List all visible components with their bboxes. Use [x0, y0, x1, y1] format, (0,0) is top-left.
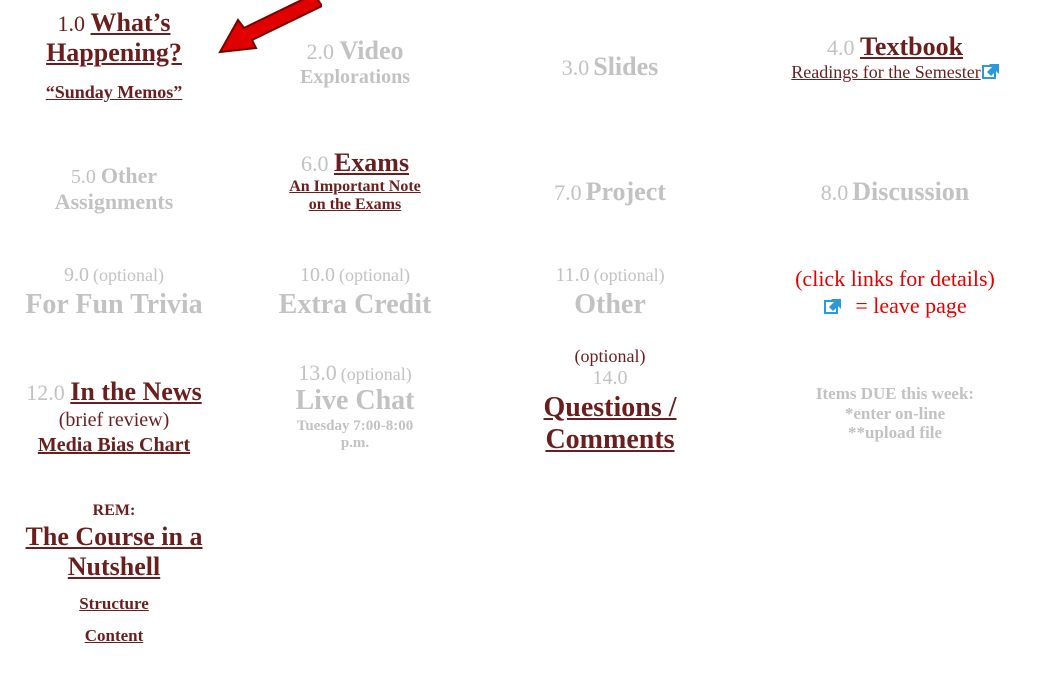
due-title: Items DUE this week: [815, 384, 975, 403]
live-chat-time-line1: Tuesday 7:00-8:00 [296, 417, 414, 434]
section-4-cell: 4.0 Textbook Readings for the Semester [745, 32, 1045, 83]
section-8-number: 8.0 [820, 180, 849, 205]
section-4-number: 4.0 [826, 35, 855, 60]
sunday-memos-link[interactable]: “Sunday Memos” [46, 82, 183, 102]
section-9-optional: (optional) [93, 265, 164, 285]
section-5-number: 5.0 [70, 166, 96, 188]
live-chat-title: Live Chat [295, 385, 415, 417]
legend-leave-page: = leave page [855, 293, 967, 319]
textbook-link[interactable]: Textbook [860, 32, 963, 61]
external-link-legend-icon [824, 299, 842, 315]
readings-link[interactable]: Readings for the Semester [791, 62, 980, 82]
section-11-cell: 11.0 (optional) Other [495, 264, 725, 321]
section-10-optional: (optional) [339, 265, 410, 285]
section-14-optional: (optional) [574, 346, 646, 366]
section-7-cell: 7.0 Project [495, 177, 725, 207]
legend-cell: (click links for details) = leave page [745, 266, 1045, 319]
important-note-link-line2[interactable]: on the Exams [309, 196, 401, 213]
section-14-number: 14.0 [592, 366, 628, 389]
external-link-icon[interactable] [981, 63, 999, 79]
section-10-number: 10.0 [300, 264, 335, 286]
live-chat-time-line2: p.m. [340, 434, 370, 451]
section-2-cell: 2.0 Video Explorations [240, 36, 470, 89]
section-7-number: 7.0 [554, 180, 582, 205]
section-5-cell: 5.0 Other Assignments [0, 163, 228, 214]
due-upload-file: **upload file [848, 423, 942, 443]
questions-link[interactable]: Questions / [543, 392, 676, 423]
brief-review-text: (brief review) [58, 408, 170, 431]
legend-click-links: (click links for details) [795, 266, 995, 291]
media-bias-chart-link[interactable]: Media Bias Chart [38, 434, 190, 456]
section-3-cell: 3.0 Slides [495, 52, 725, 82]
section-13-number: 13.0 [298, 360, 337, 385]
section-3-number: 3.0 [561, 55, 590, 80]
section-11-number: 11.0 [555, 264, 590, 286]
section-10-cell: 10.0 (optional) Extra Credit [240, 264, 470, 321]
due-enter-online: *enter on-line [844, 403, 946, 423]
video-title: Video [339, 36, 404, 65]
explorations-title: Explorations [299, 65, 411, 88]
project-title: Project [585, 177, 666, 206]
extra-credit-title: Extra Credit [278, 289, 432, 320]
important-note-link-line1[interactable]: An Important Note [289, 178, 421, 195]
assignments-title: Assignments [54, 189, 174, 214]
course-nutshell-link-line2[interactable]: Nutshell [68, 552, 160, 581]
section-13-cell: 13.0 (optional) Live Chat Tuesday 7:00-8… [240, 360, 470, 452]
section-2-number: 2.0 [306, 39, 334, 64]
other-optional-title: Other [574, 289, 646, 320]
comments-link[interactable]: Comments [545, 424, 674, 455]
other-title: Other [100, 163, 158, 188]
in-the-news-link[interactable]: In the News [70, 377, 201, 406]
rem-cell: REM: The Course in a Nutshell Structure … [0, 502, 228, 645]
section-9-cell: 9.0 (optional) For Fun Trivia [0, 264, 228, 321]
course-nutshell-link-line1[interactable]: The Course in a [26, 522, 203, 551]
section-1-cell: 1.0 What’s Happening? “Sunday Memos” [0, 8, 228, 102]
section-9-number: 9.0 [64, 264, 89, 286]
section-12-number: 12.0 [26, 380, 65, 405]
section-14-cell: (optional) 14.0 Questions / Comments [495, 346, 725, 456]
section-8-cell: 8.0 Discussion [745, 177, 1045, 207]
rem-label: REM: [92, 502, 136, 519]
content-link[interactable]: Content [85, 626, 144, 645]
section-6-cell: 6.0 Exams An Important Note on the Exams [240, 148, 470, 215]
structure-link[interactable]: Structure [79, 594, 149, 613]
slides-title: Slides [593, 52, 659, 81]
exams-link[interactable]: Exams [334, 148, 409, 177]
section-1-number: 1.0 [57, 11, 86, 36]
due-items-cell: Items DUE this week: *enter on-line **up… [745, 384, 1045, 443]
section-13-optional: (optional) [340, 364, 412, 384]
section-11-optional: (optional) [593, 265, 665, 285]
section-12-cell: 12.0 In the News (brief review) Media Bi… [0, 377, 228, 457]
section-6-number: 6.0 [300, 151, 329, 176]
discussion-title: Discussion [852, 177, 970, 206]
for-fun-trivia-title: For Fun Trivia [25, 289, 203, 320]
